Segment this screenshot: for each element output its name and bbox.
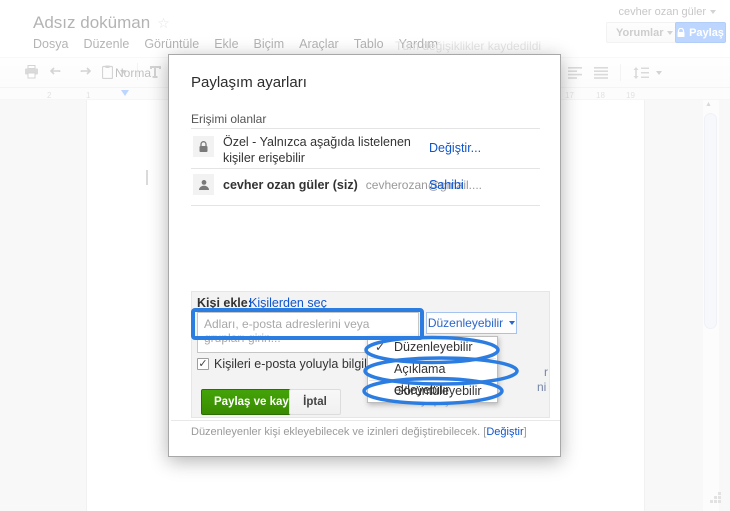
owner-email: cevherozan@gmail.... [365, 178, 482, 192]
owner-role-link[interactable]: Sahibi [429, 178, 464, 192]
choose-from-contacts-link[interactable]: Kişilerden seç [249, 296, 327, 310]
permission-menu: ✓ Düzenleyebilir Açıklama ekleyebilir Gör… [367, 336, 498, 403]
lock-icon [193, 136, 214, 157]
check-icon: ✓ [375, 340, 386, 354]
divider [191, 205, 540, 206]
menu-option-comment[interactable]: Açıklama ekleyebilir [368, 359, 497, 397]
sharing-settings-dialog: Paylaşım ayarları Erişimi olanlar Özel -… [168, 54, 561, 457]
permission-dropdown-button[interactable]: Düzenleyebilir [426, 312, 517, 334]
cancel-button[interactable]: İptal [289, 389, 341, 415]
visibility-description: Özel - Yalnızca aşağıda listelenen kişil… [223, 135, 411, 165]
owner-name: cevher ozan güler (siz) [223, 178, 358, 192]
menu-option-edit[interactable]: ✓ Düzenleyebilir [368, 337, 497, 358]
google-docs-app: Adsız doküman☆ Dosya Düzenle Görüntüle E… [0, 0, 730, 511]
permission-selected-label: Düzenleyebilir [427, 316, 504, 330]
divider [191, 128, 540, 129]
menu-option-view[interactable]: Görüntüleyebilir [368, 381, 497, 402]
divider [191, 168, 540, 169]
access-list-header: Erişimi olanlar [191, 112, 267, 126]
change-editor-permissions-link[interactable]: Değiştir [486, 426, 523, 438]
add-people-label: Kişi ekle: [197, 296, 252, 310]
obscured-text-fragment: r [544, 365, 548, 379]
divider [171, 420, 560, 421]
chevron-down-icon [509, 321, 516, 325]
obscured-text-fragment: ni [537, 380, 547, 394]
person-icon [193, 174, 214, 195]
dialog-footer: Düzenleyenler kişi ekleyebilecek ve izin… [191, 426, 527, 438]
change-visibility-link[interactable]: Değiştir... [429, 141, 481, 155]
dialog-title: Paylaşım ayarları [191, 74, 307, 91]
notify-checkbox[interactable]: ✓ [197, 358, 209, 370]
